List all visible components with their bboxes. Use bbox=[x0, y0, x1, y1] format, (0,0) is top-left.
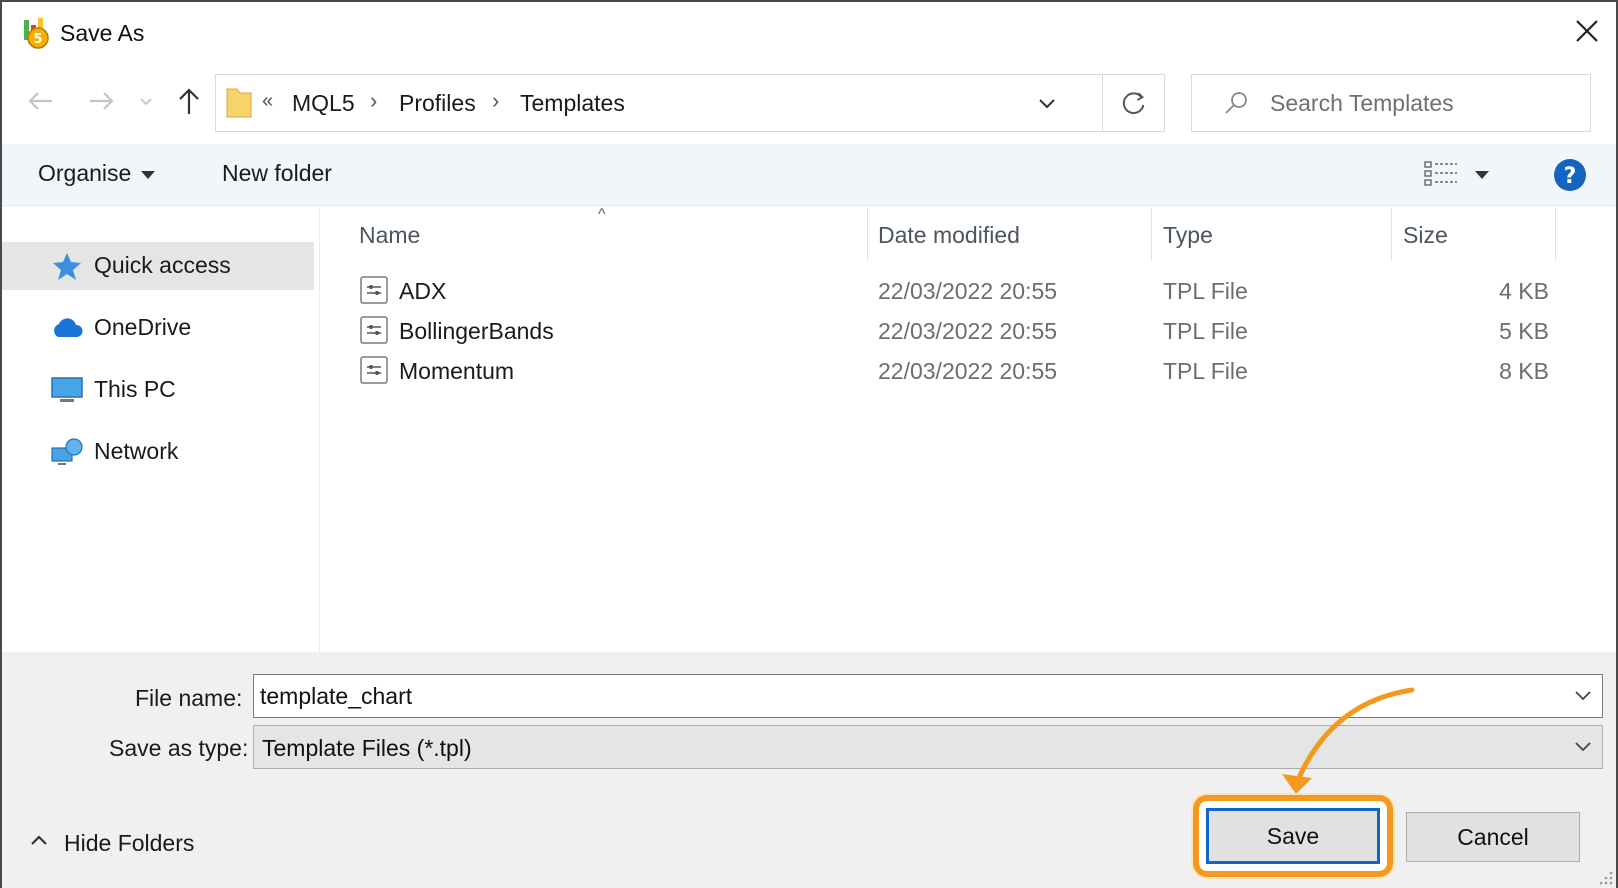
sidebar-item-quick-access[interactable]: Quick access bbox=[2, 242, 314, 290]
file-type: TPL File bbox=[1163, 278, 1248, 304]
sidebar-item-this-pc[interactable]: This PC bbox=[2, 366, 314, 414]
save-as-dialog: 5 Save As « MQL5 › Profiles › Templates … bbox=[0, 0, 1618, 888]
save-options-panel: File name: Save as type: Template Files … bbox=[2, 652, 1616, 888]
sidebar-item-label: OneDrive bbox=[94, 314, 192, 340]
save-as-type-label: Save as type: bbox=[109, 735, 249, 761]
template-file-icon bbox=[360, 316, 388, 344]
chevron-down-icon[interactable] bbox=[1572, 687, 1594, 703]
help-icon[interactable]: ? bbox=[1553, 158, 1587, 192]
search-box[interactable] bbox=[1191, 74, 1591, 132]
view-options-caret-icon[interactable] bbox=[1475, 171, 1489, 179]
breadcrumb-mql5[interactable]: MQL5 bbox=[292, 90, 355, 117]
column-header-size[interactable]: Size bbox=[1403, 222, 1448, 249]
organise-button[interactable]: Organise bbox=[38, 160, 156, 187]
file-date: 22/03/2022 20:55 bbox=[878, 358, 1058, 384]
navigation-bar: « MQL5 › Profiles › Templates bbox=[2, 70, 1616, 132]
file-type: TPL File bbox=[1163, 318, 1248, 344]
sort-ascending-icon: ^ bbox=[598, 206, 606, 223]
title-bar: 5 Save As bbox=[2, 2, 1616, 64]
star-pin-icon bbox=[53, 253, 81, 280]
svg-text:?: ? bbox=[1564, 164, 1577, 189]
table-row[interactable]: BollingerBands 22/03/2022 20:55 TPL File… bbox=[321, 310, 1571, 350]
sidebar-item-onedrive[interactable]: OneDrive bbox=[2, 304, 314, 352]
breadcrumb-profiles[interactable]: Profiles bbox=[399, 90, 476, 117]
column-divider[interactable] bbox=[1555, 208, 1556, 260]
view-details-icon[interactable] bbox=[1423, 158, 1459, 190]
folder-icon bbox=[226, 88, 252, 118]
sidebar-item-network[interactable]: Network bbox=[2, 428, 314, 476]
column-divider[interactable] bbox=[1391, 208, 1392, 260]
sidebar-item-label: Quick access bbox=[94, 252, 231, 278]
file-date: 22/03/2022 20:55 bbox=[878, 278, 1058, 304]
sidebar-item-label: Network bbox=[94, 438, 179, 464]
search-icon bbox=[1225, 92, 1247, 114]
save-button[interactable]: Save bbox=[1206, 808, 1380, 864]
column-header-name[interactable]: Name bbox=[359, 222, 420, 249]
table-row[interactable]: Momentum 22/03/2022 20:55 TPL File 8 KB bbox=[321, 350, 1571, 390]
caret-down-icon bbox=[141, 170, 156, 179]
sidebar-item-label: This PC bbox=[94, 376, 176, 402]
cancel-button[interactable]: Cancel bbox=[1406, 812, 1580, 862]
search-input[interactable] bbox=[1270, 83, 1580, 123]
template-file-icon bbox=[360, 276, 388, 304]
new-folder-button[interactable]: New folder bbox=[222, 160, 332, 187]
file-size: 8 KB bbox=[1499, 358, 1549, 384]
monitor-icon bbox=[51, 377, 83, 402]
chevron-down-icon[interactable] bbox=[1572, 738, 1594, 754]
breadcrumb-templates[interactable]: Templates bbox=[520, 90, 625, 117]
network-icon bbox=[51, 438, 83, 465]
command-toolbar: Organise New folder ? bbox=[2, 144, 1616, 206]
file-size: 5 KB bbox=[1499, 318, 1549, 344]
breadcrumb-separator-icon[interactable]: › bbox=[370, 88, 377, 114]
organise-label: Organise bbox=[38, 160, 132, 186]
hide-folders-label: Hide Folders bbox=[64, 830, 195, 856]
breadcrumb-separator-icon[interactable]: › bbox=[492, 88, 499, 114]
metatrader-app-icon: 5 bbox=[24, 18, 49, 49]
cloud-icon bbox=[54, 318, 83, 337]
pointer-arrow-icon bbox=[1282, 687, 1415, 794]
template-file-icon bbox=[360, 356, 388, 384]
address-bar[interactable]: « MQL5 › Profiles › Templates bbox=[215, 74, 1165, 132]
column-divider[interactable] bbox=[867, 208, 868, 260]
recent-locations-chevron-icon[interactable] bbox=[136, 84, 156, 118]
close-icon[interactable] bbox=[1572, 16, 1602, 46]
svg-text:5: 5 bbox=[33, 32, 42, 47]
column-header-date-modified[interactable]: Date modified bbox=[878, 222, 1020, 249]
column-header-type[interactable]: Type bbox=[1163, 222, 1213, 249]
chevron-up-icon bbox=[31, 835, 47, 845]
file-type: TPL File bbox=[1163, 358, 1248, 384]
file-name: BollingerBands bbox=[399, 318, 554, 344]
resize-grip-icon[interactable] bbox=[1596, 868, 1614, 886]
breadcrumb-overflow[interactable]: « bbox=[262, 90, 273, 113]
table-row[interactable]: ADX 22/03/2022 20:55 TPL File 4 KB bbox=[321, 270, 1571, 310]
column-divider[interactable] bbox=[1151, 208, 1152, 260]
file-name: ADX bbox=[399, 278, 447, 304]
up-arrow-icon[interactable] bbox=[172, 84, 206, 118]
file-size: 4 KB bbox=[1499, 278, 1549, 304]
file-date: 22/03/2022 20:55 bbox=[878, 318, 1058, 344]
file-name: Momentum bbox=[399, 358, 515, 384]
navigation-pane: Quick access OneDrive This PC Network bbox=[2, 208, 320, 652]
save-as-type-value: Template Files (*.tpl) bbox=[262, 735, 472, 761]
file-list: ^ Name Date modified Type Size ADX 22/03… bbox=[321, 206, 1616, 652]
back-arrow-icon[interactable] bbox=[24, 84, 58, 118]
window-title: Save As bbox=[60, 20, 145, 46]
refresh-icon[interactable] bbox=[1102, 75, 1166, 131]
address-dropdown-chevron-icon[interactable] bbox=[1016, 75, 1078, 131]
file-name-label: File name: bbox=[135, 685, 243, 711]
forward-arrow-icon[interactable] bbox=[84, 84, 118, 118]
